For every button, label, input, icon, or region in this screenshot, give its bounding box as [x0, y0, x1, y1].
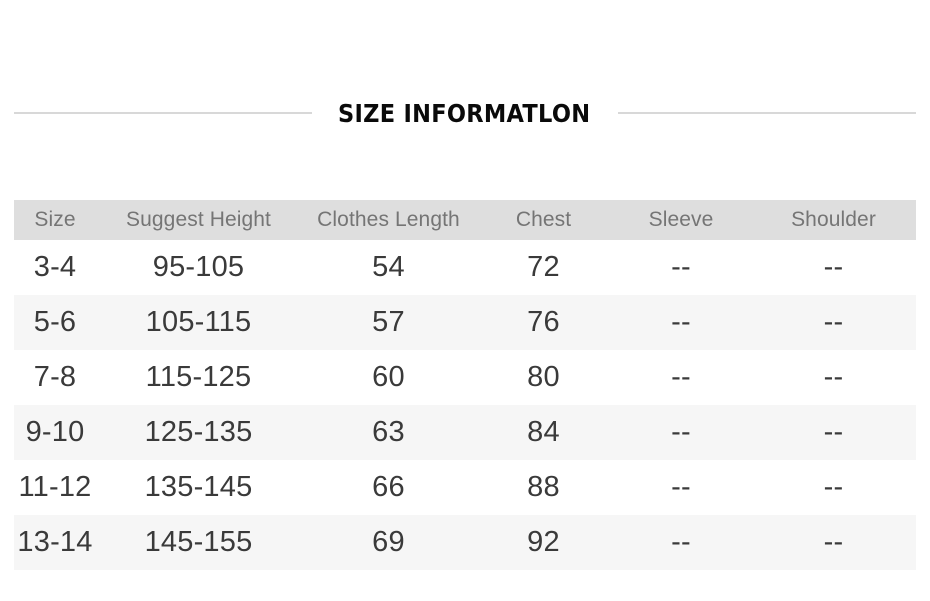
page-title: SIZE INFORMATLON: [338, 98, 591, 128]
column-header-chest: Chest: [476, 200, 611, 240]
cell-shoulder: --: [751, 515, 916, 570]
cell-clothes-length: 54: [301, 240, 476, 295]
cell-sleeve: --: [611, 295, 751, 350]
size-information-page: SIZE INFORMATLON Size Suggest Height Clo…: [0, 0, 930, 601]
cell-clothes-length: 66: [301, 460, 476, 515]
cell-size: 5-6: [14, 295, 96, 350]
cell-chest: 80: [476, 350, 611, 405]
table-row: 9-10 125-135 63 84 -- --: [14, 405, 916, 460]
cell-clothes-length: 57: [301, 295, 476, 350]
table-row: 13-14 145-155 69 92 -- --: [14, 515, 916, 570]
section-title-block: SIZE INFORMATLON: [14, 96, 916, 130]
cell-sleeve: --: [611, 460, 751, 515]
cell-suggest-height: 105-115: [96, 295, 301, 350]
table-row: 3-4 95-105 54 72 -- --: [14, 240, 916, 295]
cell-shoulder: --: [751, 240, 916, 295]
cell-size: 9-10: [14, 405, 96, 460]
cell-chest: 92: [476, 515, 611, 570]
table-header-row: Size Suggest Height Clothes Length Chest…: [14, 200, 916, 240]
cell-clothes-length: 63: [301, 405, 476, 460]
cell-chest: 76: [476, 295, 611, 350]
column-header-clothes-length: Clothes Length: [301, 200, 476, 240]
size-information-table: Size Suggest Height Clothes Length Chest…: [14, 200, 916, 570]
cell-sleeve: --: [611, 350, 751, 405]
cell-chest: 88: [476, 460, 611, 515]
table-header: Size Suggest Height Clothes Length Chest…: [14, 200, 916, 240]
table-row: 11-12 135-145 66 88 -- --: [14, 460, 916, 515]
cell-suggest-height: 115-125: [96, 350, 301, 405]
table-row: 7-8 115-125 60 80 -- --: [14, 350, 916, 405]
cell-sleeve: --: [611, 405, 751, 460]
cell-shoulder: --: [751, 295, 916, 350]
table-row: 5-6 105-115 57 76 -- --: [14, 295, 916, 350]
cell-size: 13-14: [14, 515, 96, 570]
title-rule-left: [14, 112, 313, 114]
cell-sleeve: --: [611, 240, 751, 295]
cell-chest: 72: [476, 240, 611, 295]
table-body: 3-4 95-105 54 72 -- -- 5-6 105-115 57 76…: [14, 240, 916, 570]
cell-suggest-height: 145-155: [96, 515, 301, 570]
cell-chest: 84: [476, 405, 611, 460]
title-rule-right: [617, 112, 916, 114]
cell-suggest-height: 125-135: [96, 405, 301, 460]
cell-shoulder: --: [751, 350, 916, 405]
cell-clothes-length: 69: [301, 515, 476, 570]
cell-size: 7-8: [14, 350, 96, 405]
column-header-size: Size: [14, 200, 96, 240]
cell-size: 11-12: [14, 460, 96, 515]
column-header-suggest-height: Suggest Height: [96, 200, 301, 240]
cell-suggest-height: 95-105: [96, 240, 301, 295]
cell-size: 3-4: [14, 240, 96, 295]
cell-sleeve: --: [611, 515, 751, 570]
cell-clothes-length: 60: [301, 350, 476, 405]
column-header-sleeve: Sleeve: [611, 200, 751, 240]
cell-shoulder: --: [751, 460, 916, 515]
cell-suggest-height: 135-145: [96, 460, 301, 515]
cell-shoulder: --: [751, 405, 916, 460]
column-header-shoulder: Shoulder: [751, 200, 916, 240]
